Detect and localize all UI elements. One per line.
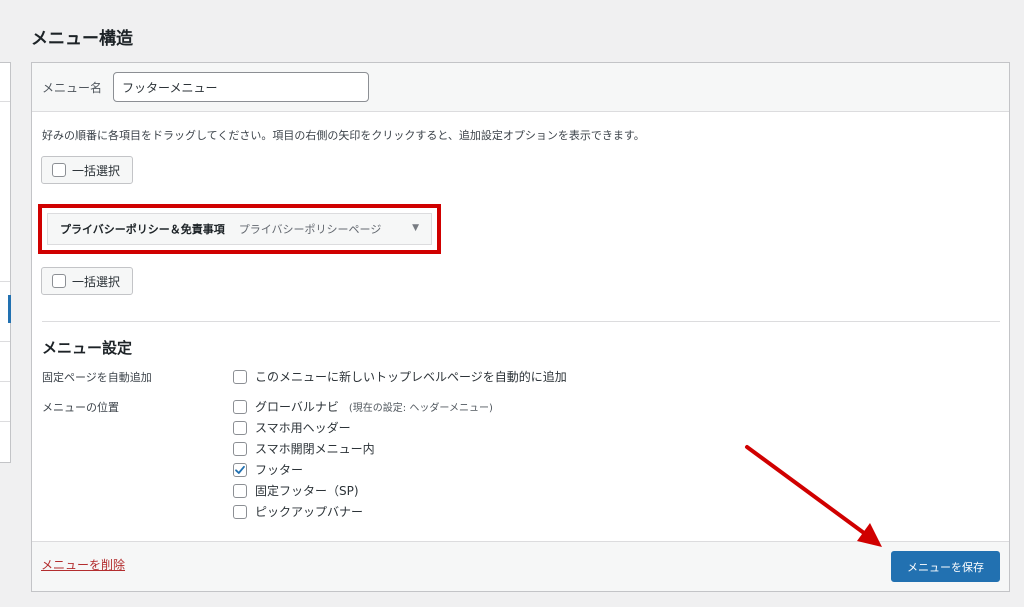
- location-option-footer[interactable]: フッター: [233, 461, 303, 478]
- location-option-label: 固定フッター（SP): [255, 484, 359, 498]
- panel-divider: [0, 341, 10, 342]
- bulk-select-label: 一括選択: [72, 163, 121, 178]
- location-option-note: (現在の設定: ヘッダーメニュー): [348, 403, 493, 414]
- settings-heading: メニュー設定: [42, 339, 133, 357]
- location-option-sp-drawer[interactable]: スマホ開閉メニュー内: [233, 440, 375, 457]
- triangle-down-icon[interactable]: ▼: [412, 223, 419, 233]
- panel-active-indicator: [8, 295, 11, 323]
- auto-add-option-label: このメニューに新しいトップレベルページを自動的に追加: [255, 370, 567, 384]
- menu-header: メニュー名: [32, 63, 1009, 112]
- page-title: メニュー構造: [31, 29, 133, 49]
- location-checkbox[interactable]: [233, 441, 247, 456]
- auto-add-option[interactable]: このメニューに新しいトップレベルページを自動的に追加: [233, 368, 567, 385]
- panel-divider: [0, 381, 10, 382]
- menu-location-label: メニューの位置: [42, 401, 119, 414]
- location-option-label: グローバルナビ: [255, 400, 339, 414]
- menu-item-title: プライバシーポリシー＆免責事項: [60, 223, 225, 236]
- location-option-label: ピックアップバナー: [255, 505, 364, 519]
- delete-menu-link[interactable]: メニューを削除: [41, 556, 125, 573]
- location-checkbox[interactable]: [233, 483, 247, 498]
- section-divider: [42, 321, 1000, 322]
- auto-add-label: 固定ページを自動追加: [42, 371, 152, 384]
- location-option-label: スマホ用ヘッダー: [255, 421, 351, 435]
- location-checkbox[interactable]: [233, 420, 247, 435]
- menu-name-input[interactable]: [113, 72, 369, 102]
- location-option-fixed-footer[interactable]: 固定フッター（SP): [233, 482, 359, 499]
- bulk-select-checkbox[interactable]: [52, 163, 66, 177]
- menu-item-type: プライバシーポリシーページ: [238, 223, 382, 236]
- auto-add-checkbox[interactable]: [233, 369, 247, 384]
- location-option-label: フッター: [255, 463, 304, 477]
- bulk-select-checkbox[interactable]: [52, 274, 66, 288]
- location-option-global-nav[interactable]: グローバルナビ (現在の設定: ヘッダーメニュー): [233, 398, 493, 415]
- highlight-annotation: プライバシーポリシー＆免責事項 プライバシーポリシーページ ▼: [38, 204, 441, 254]
- location-option-pickup-banner[interactable]: ピックアップバナー: [233, 503, 363, 520]
- bulk-select-label: 一括選択: [72, 274, 121, 289]
- menu-item[interactable]: プライバシーポリシー＆免責事項 プライバシーポリシーページ ▼: [47, 213, 432, 245]
- location-option-label: スマホ開閉メニュー内: [255, 442, 375, 456]
- menu-name-label: メニュー名: [42, 81, 103, 95]
- bulk-select-top[interactable]: 一括選択: [41, 156, 133, 184]
- save-menu-button[interactable]: メニューを保存: [891, 551, 1000, 582]
- location-checkbox[interactable]: [233, 399, 247, 414]
- panel-divider: [0, 101, 10, 102]
- panel-divider: [0, 421, 10, 422]
- menu-footer: メニューを削除 メニューを保存: [32, 541, 1009, 591]
- location-option-sp-header[interactable]: スマホ用ヘッダー: [233, 419, 351, 436]
- drag-instructions: 好みの順番に各項目をドラッグしてください。項目の右側の矢印をクリックすると、追加…: [42, 129, 645, 142]
- bulk-select-bottom[interactable]: 一括選択: [41, 267, 133, 295]
- checkmark-icon: [235, 465, 245, 474]
- left-side-panel: [0, 62, 11, 463]
- panel-divider: [0, 281, 10, 282]
- location-checkbox[interactable]: [233, 462, 247, 477]
- location-checkbox[interactable]: [233, 504, 247, 519]
- menu-structure-box: メニュー名 好みの順番に各項目をドラッグしてください。項目の右側の矢印をクリック…: [31, 62, 1010, 592]
